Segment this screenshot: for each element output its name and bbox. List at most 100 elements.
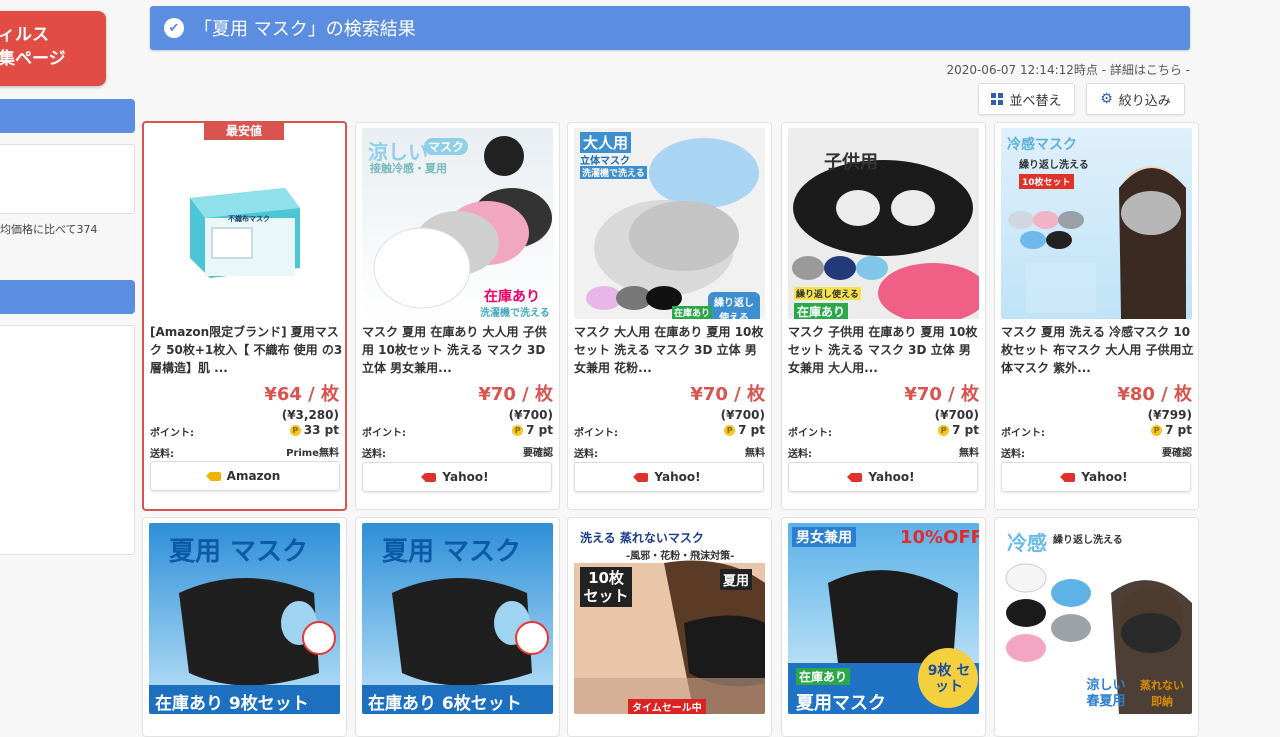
- product-title[interactable]: マスク 夏用 在庫あり 大人用 子供用 10枚セット 洗える マスク 3D 立体…: [362, 323, 556, 377]
- shipping-value: 要確認: [1162, 448, 1192, 459]
- points-text: 33 pt: [303, 423, 339, 437]
- point-coin-icon: P: [724, 424, 736, 436]
- shop-button[interactable]: Yahoo!: [362, 462, 552, 492]
- image-text: 立体マスク: [580, 156, 630, 167]
- product-image[interactable]: 夏用 マスク 在庫あり 6枚セット: [362, 523, 553, 714]
- points-label: ポイント:: [150, 428, 194, 439]
- product-image[interactable]: 洗える 蒸れないマスク -風邪・花粉・飛沫対策- 10枚 セット 夏用 タイムセ…: [574, 523, 765, 714]
- product-card[interactable]: 子供用 在庫あり 繰り返し使える マスク 子供用 在庫あり 夏用 10枚セット …: [781, 122, 986, 510]
- product-card[interactable]: 大人用 立体マスク 洗濯機で洗える 繰り返し使える 在庫あり マスク 大人用 在…: [567, 122, 772, 510]
- image-text: 洗濯機で洗える: [480, 308, 550, 319]
- image-text: 夏用 マスク: [382, 537, 522, 567]
- sort-label: 並べ替え: [1009, 93, 1062, 109]
- best-price-ribbon: 最安値: [204, 122, 284, 140]
- filter-label: 絞り込み: [1118, 93, 1171, 109]
- image-text: 洗濯機で洗える: [580, 166, 647, 179]
- product-card[interactable]: 最安値 不織布マスク [Amazon限定ブランド] 夏用マスク 50枚+1枚入【…: [142, 121, 347, 511]
- sidebar-section-header: [0, 99, 135, 133]
- points-text: 7 pt: [526, 423, 553, 437]
- product-image[interactable]: 不織布マスク: [150, 128, 341, 319]
- image-text: 夏用 マスク: [169, 537, 309, 567]
- image-text: 洗える 蒸れないマスク: [580, 531, 704, 545]
- image-text: 繰り返し使える: [794, 287, 861, 300]
- product-card[interactable]: 夏用 マスク 在庫あり 9枚セット: [142, 517, 347, 737]
- product-image[interactable]: 冷感マスク 繰り返し洗える 10枚セット: [1001, 128, 1192, 319]
- unit-price: ¥70 / 枚: [904, 384, 979, 405]
- image-text: 10枚セット: [1019, 174, 1074, 189]
- total-price: (¥700): [934, 408, 979, 422]
- points-label: ポイント:: [574, 428, 618, 439]
- total-price: (¥700): [508, 408, 553, 422]
- shop-button[interactable]: Amazon: [150, 461, 340, 491]
- point-coin-icon: P: [1151, 424, 1163, 436]
- product-image[interactable]: 子供用 在庫あり 繰り返し使える: [788, 128, 979, 319]
- shop-button[interactable]: Yahoo!: [1001, 462, 1191, 492]
- point-coin-icon: P: [289, 424, 301, 436]
- timestamp-link[interactable]: 2020-06-07 12:14:12時点 - 詳細はこちら -: [946, 61, 1190, 78]
- product-card[interactable]: 夏用 マスク 在庫あり 6枚セット: [355, 517, 560, 737]
- image-text: 大人用: [580, 132, 632, 153]
- product-card[interactable]: 洗える 蒸れないマスク -風邪・花粉・飛沫対策- 10枚 セット 夏用 タイムセ…: [567, 517, 772, 737]
- product-image[interactable]: 夏用 マスク 在庫あり 9枚セット: [149, 523, 340, 714]
- image-text: 接触冷感・夏用: [370, 162, 447, 175]
- image-text: 繰り返し洗える: [1019, 160, 1089, 171]
- product-image[interactable]: 大人用 立体マスク 洗濯機で洗える 繰り返し使える 在庫あり: [574, 128, 765, 319]
- image-text: 子供用: [824, 152, 878, 173]
- image-text: タイムセール中: [628, 699, 706, 714]
- image-text: 在庫あり: [672, 306, 713, 319]
- banner-line-2: 集ページ: [0, 49, 66, 69]
- shop-label: Yahoo!: [868, 470, 915, 484]
- tag-icon: [633, 472, 649, 482]
- unit-price: ¥64 / 枚: [264, 384, 339, 405]
- product-card[interactable]: 涼しい マスク 接触冷感・夏用 在庫あり 洗濯機で洗える マスク 夏用 在庫あり…: [355, 122, 560, 510]
- shipping-label: 送料:: [1001, 449, 1025, 460]
- image-text: 在庫あり: [794, 303, 849, 319]
- point-coin-icon: P: [938, 424, 950, 436]
- shop-label: Yahoo!: [1081, 470, 1128, 484]
- shop-label: Amazon: [226, 469, 281, 483]
- shipping-label: 送料:: [788, 449, 812, 460]
- sort-button[interactable]: 並べ替え: [978, 83, 1075, 115]
- product-card[interactable]: 冷感マスク 繰り返し洗える 10枚セット マスク 夏用 洗える 冷感マスク 10…: [994, 122, 1199, 510]
- sidebar-section-header-2: [0, 280, 135, 314]
- image-text: 男女兼用: [792, 527, 856, 547]
- image-text: 在庫あり 9枚セット: [155, 694, 309, 714]
- shipping-label: 送料:: [362, 449, 386, 460]
- image-text: 在庫あり: [796, 668, 851, 685]
- product-title[interactable]: マスク 大人用 在庫あり 夏用 10枚セット 洗える マスク 3D 立体 男女兼…: [574, 323, 768, 377]
- filter-button[interactable]: ⚙ 絞り込み: [1086, 83, 1185, 115]
- image-text: 在庫あり 6枚セット: [368, 694, 522, 714]
- image-text: マスク: [424, 138, 469, 155]
- shipping-value: 要確認: [523, 448, 553, 459]
- tag-icon: [1060, 472, 1076, 482]
- shipping-value: 無料: [745, 448, 765, 459]
- unit-price: ¥70 / 枚: [690, 384, 765, 405]
- points-label: ポイント:: [788, 428, 832, 439]
- image-text: -風邪・花粉・飛沫対策-: [626, 551, 735, 562]
- product-card[interactable]: 冷感 繰り返し洗える 涼しい 春夏用 蒸れない 即納: [994, 517, 1199, 737]
- product-card[interactable]: 男女兼用 10%OFF 在庫あり 夏用マスク 9枚 セット: [781, 517, 986, 737]
- product-title[interactable]: [Amazon限定ブランド] 夏用マスク 50枚+1枚入【 不織布 使用 の3層…: [150, 323, 344, 377]
- unit-price: ¥70 / 枚: [478, 384, 553, 405]
- image-text: 夏用: [720, 569, 753, 590]
- shop-button[interactable]: Yahoo!: [788, 462, 978, 492]
- product-title[interactable]: マスク 夏用 洗える 冷感マスク 10枚セット 布マスク 大人用 子供用立体マス…: [1001, 323, 1195, 377]
- image-text: 繰り返し使える: [708, 292, 760, 319]
- virus-feature-banner[interactable]: ィルス 集ページ: [0, 11, 106, 86]
- shop-button[interactable]: Yahoo!: [574, 462, 764, 492]
- product-image[interactable]: 涼しい マスク 接触冷感・夏用 在庫あり 洗濯機で洗える: [362, 128, 553, 319]
- point-coin-icon: P: [512, 424, 524, 436]
- sidebar-compare-text: 均価格に比べて374: [0, 223, 98, 236]
- image-text: 10枚 セット: [580, 567, 632, 607]
- image-text: 涼しい 春夏用: [1086, 678, 1126, 709]
- check-circle-icon: ✔: [164, 18, 184, 38]
- points-label: ポイント:: [1001, 428, 1045, 439]
- product-image[interactable]: 男女兼用 10%OFF 在庫あり 夏用マスク 9枚 セット: [788, 523, 979, 714]
- banner-line-1: ィルス: [0, 25, 49, 45]
- points-text: 7 pt: [1165, 423, 1192, 437]
- image-text: 在庫あり: [484, 289, 540, 305]
- tag-icon: [847, 472, 863, 482]
- product-title[interactable]: マスク 子供用 在庫あり 夏用 10枚セット 洗える マスク 3D 立体 男女兼…: [788, 323, 982, 377]
- product-image[interactable]: 冷感 繰り返し洗える 涼しい 春夏用 蒸れない 即納: [1001, 523, 1192, 714]
- grid-icon: [991, 93, 1004, 105]
